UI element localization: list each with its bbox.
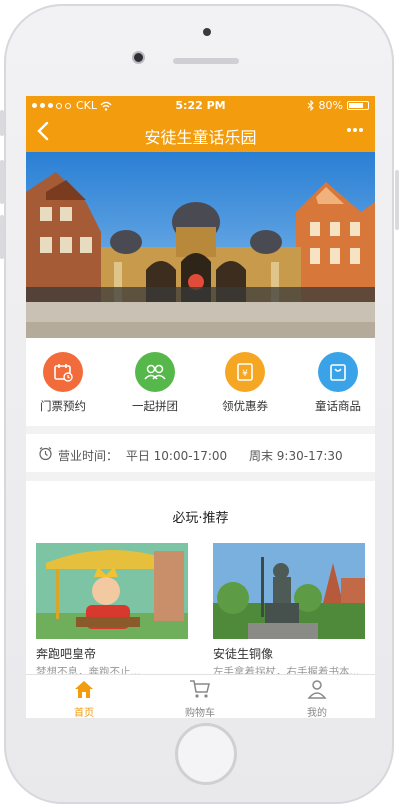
earpiece-speaker <box>173 58 239 64</box>
tab-label: 首页 <box>74 708 94 718</box>
attraction-image <box>213 543 365 639</box>
tab-profile[interactable]: 我的 <box>259 679 375 718</box>
front-sensor <box>203 28 211 36</box>
attraction-name: 安徒生铜像 <box>213 647 274 661</box>
page-title: 安徒生童话乐园 <box>144 128 257 147</box>
opening-hours: 营业时间： 平日 10:00-17:00 周末 9:30-17:30 <box>26 434 375 472</box>
weekday-hours: 平日 10:00-17:00 <box>125 449 228 463</box>
svg-text:¥: ¥ <box>242 369 248 379</box>
tab-cart[interactable]: 购物车 <box>142 679 258 718</box>
action-label: 童话商品 <box>315 399 361 413</box>
attraction-card[interactable]: 安徒生铜像 左手拿着拐杖，右手握着书本... <box>213 543 365 676</box>
park-banner-image[interactable] <box>26 152 375 338</box>
shopping-bag-icon <box>318 352 358 392</box>
front-camera <box>132 51 145 64</box>
home-icon <box>75 681 93 698</box>
ticket-calendar-icon <box>43 352 83 392</box>
volume-down-button[interactable] <box>0 215 4 259</box>
nav-bar: 安徒生童话乐园 <box>26 116 375 152</box>
battery-icon <box>347 101 369 110</box>
tab-bar: 首页 购物车 我的 <box>26 674 375 718</box>
action-label: 一起拼团 <box>132 399 178 413</box>
attraction-card[interactable]: 奔跑吧皇帝 梦想不息，奔跑不止... <box>36 543 188 676</box>
power-button[interactable] <box>395 170 399 230</box>
attraction-name: 奔跑吧皇帝 <box>36 647 97 661</box>
action-label: 领优惠券 <box>222 399 268 413</box>
hours-label: 营业时间： <box>58 449 119 463</box>
more-dots-icon[interactable] <box>345 120 365 145</box>
fairy-goods-button[interactable]: 童话商品 <box>298 352 375 414</box>
status-bar: CKL 5:22 PM 80% <box>26 96 375 116</box>
action-label: 门票预约 <box>40 399 86 413</box>
group-icon <box>135 352 175 392</box>
home-button[interactable] <box>175 723 237 785</box>
user-icon <box>307 680 327 699</box>
group-buy-button[interactable]: 一起拼团 <box>115 352 195 414</box>
attraction-image <box>36 543 188 639</box>
cart-icon <box>190 680 210 698</box>
bluetooth-icon <box>307 100 314 111</box>
status-right: 80% <box>307 99 369 112</box>
mute-switch[interactable] <box>0 110 4 136</box>
weekend-hours: 周末 9:30-17:30 <box>248 449 343 463</box>
tab-home[interactable]: 首页 <box>26 679 142 718</box>
app-screen: CKL 5:22 PM 80% 安徒生童话乐园 门票预约 一起拼团 ¥ 领优惠券… <box>26 96 375 718</box>
alarm-clock-icon <box>39 447 52 461</box>
tab-label: 购物车 <box>185 708 215 718</box>
coupon-icon: ¥ <box>225 352 265 392</box>
battery-percent: 80% <box>318 99 343 112</box>
hours-text: 营业时间： 平日 10:00-17:00 周末 9:30-17:30 <box>58 447 343 464</box>
tab-label: 我的 <box>307 708 327 718</box>
section-title: 必玩·推荐 <box>172 511 229 526</box>
volume-up-button[interactable] <box>0 160 4 204</box>
ticket-booking-button[interactable]: 门票预约 <box>26 352 103 414</box>
quick-actions: 门票预约 一起拼团 ¥ 领优惠券 童话商品 <box>26 338 375 426</box>
coupon-button[interactable]: ¥ 领优惠券 <box>205 352 285 414</box>
